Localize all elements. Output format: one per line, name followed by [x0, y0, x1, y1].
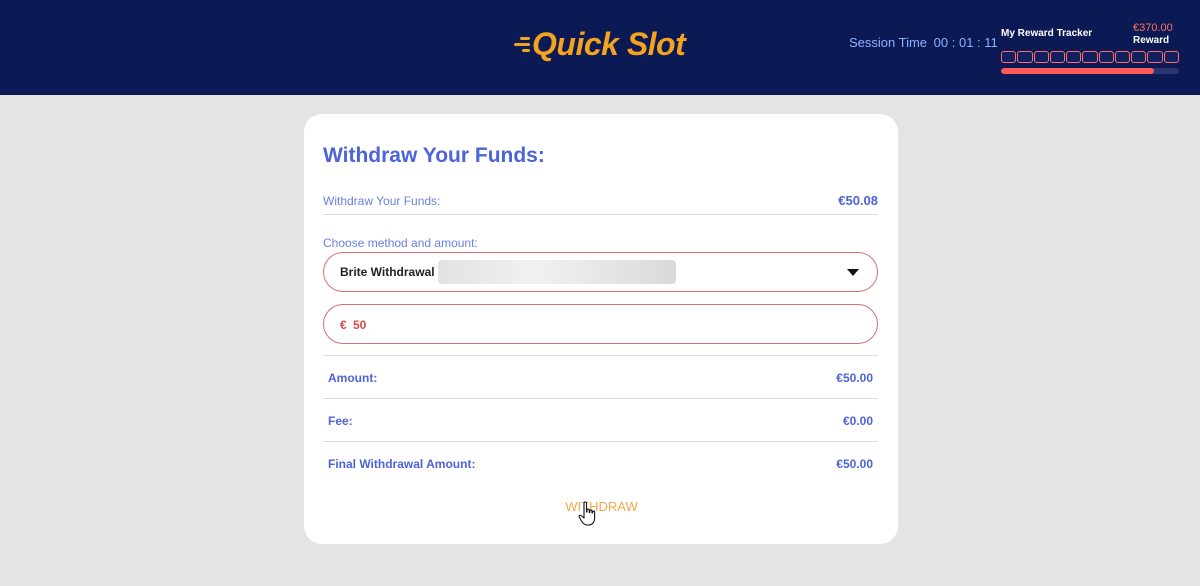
tracker-step: [1163, 51, 1179, 63]
session-time-value: 00 : 01 : 11: [933, 35, 998, 50]
tracker-step: [1082, 51, 1098, 63]
page-title: Withdraw Your Funds:: [323, 144, 545, 167]
session-time-label: Session Time: [849, 35, 928, 50]
summary-final-label: Final Withdrawal Amount:: [328, 457, 476, 471]
withdrawal-method-select[interactable]: Brite Withdrawal: [323, 252, 878, 292]
reward-progress-fill: [1001, 68, 1155, 74]
amount-input[interactable]: € 50: [323, 304, 878, 344]
tracker-step: [1114, 51, 1131, 63]
summary-amount-label: Amount:: [328, 371, 378, 385]
redacted-account-info: [438, 260, 676, 284]
available-funds-label: Withdraw Your Funds:: [323, 194, 441, 208]
session-timer: Session Time 00 : 01 : 11: [849, 35, 998, 50]
reward-label: Reward: [1133, 35, 1170, 46]
tracker-step: [1066, 51, 1082, 63]
summary-fee-value: €0.00: [842, 414, 873, 428]
tracker-step: [1098, 51, 1114, 63]
summary-final-value: €50.00: [836, 457, 873, 471]
reward-progress-bar: [1001, 68, 1179, 74]
summary-fee-label: Fee:: [328, 414, 353, 428]
tracker-step: [1033, 51, 1049, 63]
summary-amount-value: €50.00: [836, 371, 873, 385]
logo-text: Quick Slot: [532, 25, 686, 62]
dropdown-caret-icon: [847, 269, 859, 276]
tracker-step: [1147, 51, 1163, 63]
hand-pointer-icon: [578, 501, 596, 526]
reward-tracker-steps: [1001, 51, 1179, 65]
tracker-step: [1017, 51, 1033, 63]
summary-fee-row: Fee: €0.00: [323, 398, 878, 441]
currency-symbol: €: [340, 318, 347, 332]
tracker-step: [1001, 51, 1017, 63]
withdraw-button[interactable]: WITHDRAW: [524, 495, 679, 517]
reward-tracker-title[interactable]: My Reward Tracker: [1001, 28, 1092, 39]
tracker-step: [1049, 51, 1066, 63]
summary-amount-row: Amount: €50.00: [323, 355, 878, 398]
quick-slot-logo[interactable]: Quick Slot: [508, 24, 686, 64]
top-header: Quick Slot Session Time 00 : 01 : 11 My …: [0, 0, 1200, 95]
speed-lines-icon: [508, 32, 530, 56]
available-funds-value: €50.08: [838, 193, 878, 208]
choose-method-label: Choose method and amount:: [323, 236, 478, 250]
tracker-step: [1131, 51, 1147, 63]
selected-method-text: Brite Withdrawal: [340, 265, 435, 279]
available-funds-row: Withdraw Your Funds: €50.08: [323, 193, 878, 215]
reward-amount: €370.00: [1133, 22, 1173, 34]
amount-input-value: 50: [353, 318, 367, 332]
summary-final-row: Final Withdrawal Amount: €50.00: [323, 441, 878, 484]
withdraw-card: Withdraw Your Funds: Withdraw Your Funds…: [304, 114, 898, 544]
